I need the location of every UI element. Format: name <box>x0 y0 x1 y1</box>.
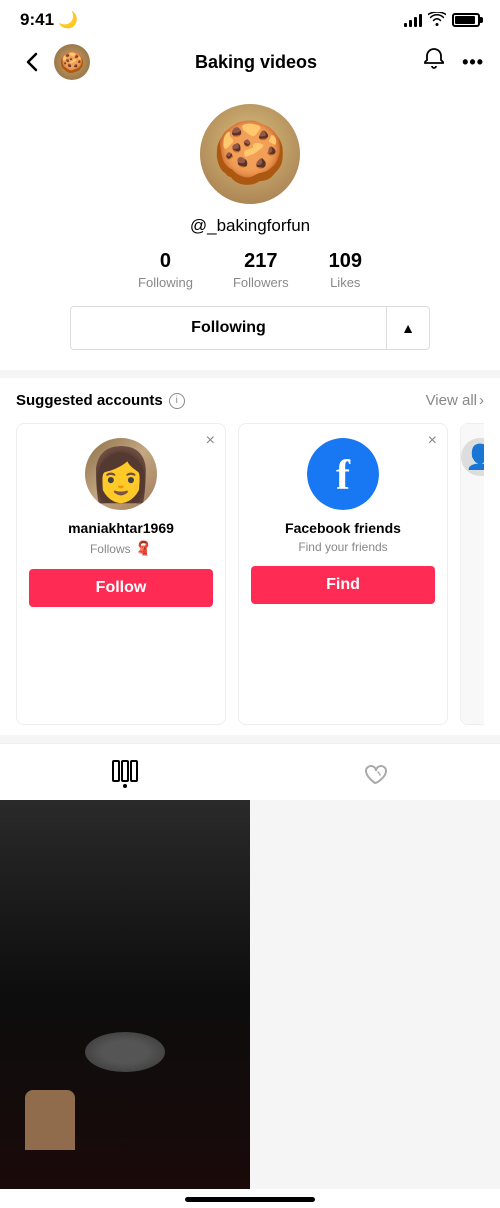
info-icon[interactable]: i <box>169 393 185 409</box>
suggested-title: Suggested accounts <box>16 392 163 409</box>
home-indicator <box>0 1189 500 1208</box>
hand-visual <box>25 1090 75 1150</box>
suggested-card-1: × maniakhtar1969 Follows 🧣 Follow <box>16 423 226 725</box>
section-divider-2 <box>0 735 500 743</box>
follow-button-card-1[interactable]: Follow <box>29 569 213 607</box>
more-options-icon[interactable]: ••• <box>462 52 484 73</box>
likes-label: Likes <box>330 275 360 290</box>
following-label: Following <box>138 275 193 290</box>
status-bar: 9:41 🌙 <box>0 0 500 36</box>
action-row: Following ▲ <box>70 306 430 350</box>
heart-outline-icon <box>362 762 388 786</box>
suggested-title-row: Suggested accounts i <box>16 392 185 409</box>
section-divider <box>0 370 500 378</box>
card-1-sub: Follows 🧣 <box>90 540 152 557</box>
stats-row: 0 Following 217 Followers 109 Likes <box>20 250 480 290</box>
stat-followers: 217 Followers <box>233 250 289 290</box>
video-grid <box>0 800 500 1189</box>
nav-left: 🍪 <box>16 44 90 80</box>
username: @_bakingforfun <box>190 216 310 236</box>
card-1-avatar <box>85 438 157 510</box>
followers-count: 217 <box>244 250 277 273</box>
card-2-avatar: f <box>307 438 379 510</box>
stat-likes: 109 Likes <box>329 250 362 290</box>
suggested-cards-row: × maniakhtar1969 Follows 🧣 Follow × f Fa… <box>16 423 484 725</box>
followers-label: Followers <box>233 275 289 290</box>
card-2-sub: Find your friends <box>298 540 387 554</box>
nav-actions: ••• <box>422 47 484 77</box>
card-1-name: maniakhtar1969 <box>68 520 174 536</box>
notification-bell-icon[interactable] <box>422 47 446 77</box>
nav-bar: 🍪 Baking videos ••• <box>0 36 500 88</box>
profile-avatar <box>200 104 300 204</box>
video-thumbnail-1[interactable] <box>0 800 250 1189</box>
nav-avatar: 🍪 <box>54 44 90 80</box>
follows-emoji-icon: 🧣 <box>135 540 152 557</box>
suggested-card-3-partial: 👤 <box>460 423 484 725</box>
tab-videos[interactable] <box>92 756 158 792</box>
grid-icon <box>112 760 138 782</box>
stat-following: 0 Following <box>138 250 193 290</box>
suggested-card-2: × f Facebook friends Find your friends F… <box>238 423 448 725</box>
card-2-name: Facebook friends <box>285 520 401 536</box>
facebook-logo-icon: f <box>336 455 350 497</box>
dropdown-arrow-icon: ▲ <box>401 320 415 336</box>
dropdown-button[interactable]: ▲ <box>386 306 430 350</box>
status-icons <box>404 12 480 29</box>
chevron-right-icon: › <box>479 392 484 409</box>
page-title: Baking videos <box>90 52 422 73</box>
suggested-accounts-section: Suggested accounts i View all › × maniak… <box>0 378 500 735</box>
status-time: 9:41 <box>20 10 54 30</box>
back-button[interactable] <box>16 46 48 78</box>
following-count: 0 <box>160 250 171 273</box>
profile-section: @_bakingforfun 0 Following 217 Followers… <box>0 88 500 370</box>
close-card-1-icon[interactable]: × <box>206 432 215 450</box>
tab-bar <box>0 743 500 800</box>
find-button-card-2[interactable]: Find <box>251 566 435 604</box>
tab-liked[interactable] <box>342 758 408 790</box>
home-bar <box>185 1197 315 1202</box>
likes-count: 109 <box>329 250 362 273</box>
wifi-icon <box>428 12 446 29</box>
bowl-visual <box>85 1032 165 1072</box>
close-card-2-icon[interactable]: × <box>428 432 437 450</box>
moon-icon: 🌙 <box>58 10 78 30</box>
signal-icon <box>404 13 422 27</box>
view-all-button[interactable]: View all › <box>426 392 484 409</box>
battery-icon <box>452 13 480 27</box>
suggested-header: Suggested accounts i View all › <box>16 392 484 409</box>
active-tab-indicator <box>123 784 127 788</box>
following-button[interactable]: Following <box>70 306 386 350</box>
